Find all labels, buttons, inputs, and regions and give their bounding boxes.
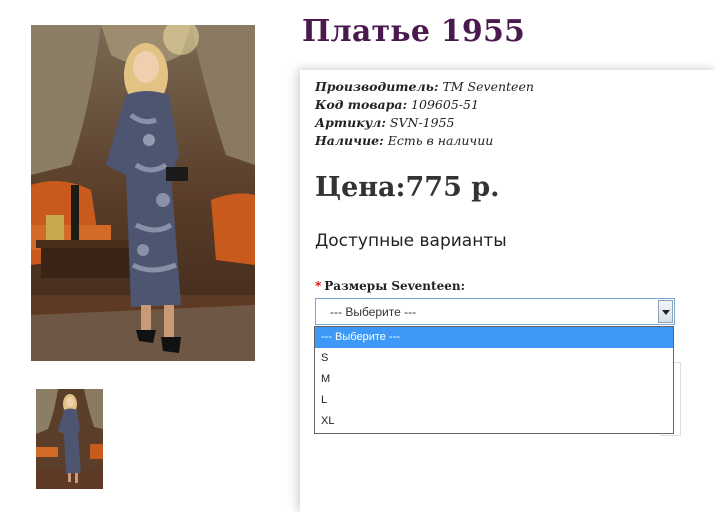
product-title: Платье 1955 bbox=[302, 14, 526, 49]
info-manufacturer: Производитель: TM Seventeen bbox=[315, 79, 534, 94]
product-info-list: Производитель: TM Seventeen Код товара: … bbox=[315, 78, 534, 150]
info-product-code: Код товара: 109605-51 bbox=[315, 97, 479, 112]
info-article: Артикул: SVN-1955 bbox=[315, 115, 455, 130]
size-select[interactable]: --- Выберите --- bbox=[315, 298, 675, 325]
size-dropdown-list: --- Выберите --- S M L XL bbox=[314, 326, 674, 434]
size-label: * Размеры Seventeen: bbox=[315, 279, 465, 293]
size-option-xl[interactable]: XL bbox=[315, 411, 673, 432]
size-option-l[interactable]: L bbox=[315, 390, 673, 411]
required-mark: * bbox=[315, 279, 322, 293]
product-thumbnail[interactable] bbox=[36, 389, 103, 489]
size-select-value: --- Выберите --- bbox=[330, 305, 417, 319]
main-product-image[interactable] bbox=[31, 25, 255, 361]
chevron-down-icon[interactable] bbox=[658, 300, 673, 323]
info-availability: Наличие: Есть в наличии bbox=[315, 133, 494, 148]
size-option-s[interactable]: S bbox=[315, 348, 673, 369]
size-option-m[interactable]: M bbox=[315, 369, 673, 390]
size-option-placeholder[interactable]: --- Выберите --- bbox=[315, 327, 673, 348]
variants-heading: Доступные варианты bbox=[315, 231, 507, 251]
product-price: Цена:775 р. bbox=[315, 172, 500, 203]
